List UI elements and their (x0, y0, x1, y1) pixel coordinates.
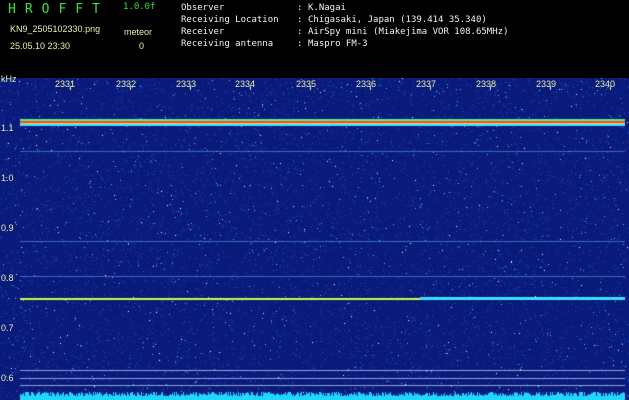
y-tick-label: 0.9 (1, 223, 14, 233)
x-tick-label: 2333 (176, 79, 197, 89)
info-receiver-label: Receiver (181, 27, 225, 37)
info-observer-label: Observer (181, 3, 225, 13)
info-antenna-label: Receiving antenna (181, 39, 274, 49)
y-tick-label: 1.0 (1, 173, 14, 183)
x-tick-label: 2335 (296, 79, 317, 89)
meteor-count: 0 (139, 41, 145, 51)
axis-unit-label: kHz (1, 74, 17, 84)
meteor-label: meteor (124, 27, 153, 37)
info-colon: : (297, 15, 303, 25)
info-colon: : (297, 3, 303, 13)
x-tick-label: 2331 (55, 79, 76, 89)
spectrogram-canvas (0, 78, 629, 400)
info-location-label: Receiving Location (181, 15, 279, 25)
version-label: 1.0.0f (123, 2, 156, 12)
header-panel: HROFFT 1.0.0f KN9_2505102330.png 25.05.1… (0, 0, 629, 78)
info-observer-value: K.Nagai (308, 3, 346, 13)
info-location-value: Chigasaki, Japan (139.414 35.340) (308, 15, 487, 25)
x-tick-label: 2337 (416, 79, 437, 89)
x-tick-label: 2338 (476, 79, 497, 89)
info-colon: : (297, 39, 303, 49)
datetime-label: 25.05.10 23:30 (10, 41, 71, 51)
y-tick-label: 0.7 (1, 323, 14, 333)
y-tick-label: 1.1 (1, 123, 14, 133)
x-tick-label: 2332 (116, 79, 137, 89)
y-tick-label: 0.8 (1, 273, 14, 283)
y-tick-label: 0.6 (1, 373, 14, 383)
x-tick-label: 2336 (356, 79, 377, 89)
x-tick-label: 2340 (595, 79, 616, 89)
info-receiver-value: AirSpy mini (Miakejima VOR 108.65MHz) (308, 27, 509, 37)
filename-label: KN9_2505102330.png (10, 24, 101, 34)
x-tick-label: 2334 (235, 79, 256, 89)
x-tick-label: 2339 (536, 79, 557, 89)
info-colon: : (297, 27, 303, 37)
app-title: HROFFT (8, 2, 109, 17)
info-antenna-value: Maspro FM-3 (308, 39, 368, 49)
